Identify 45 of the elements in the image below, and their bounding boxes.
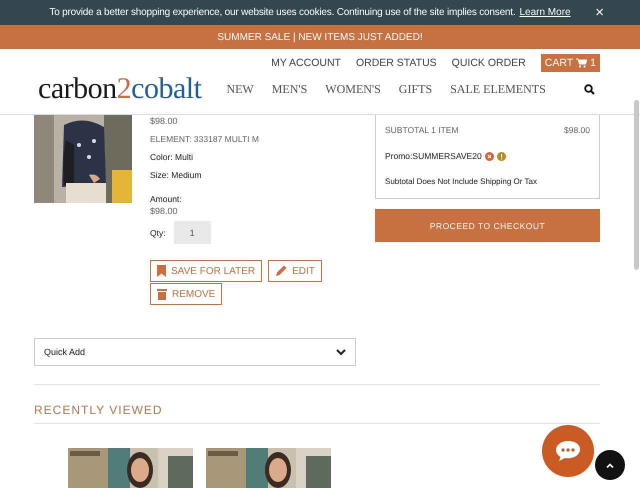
edit-button[interactable]: EDIT xyxy=(268,260,322,282)
cookie-message: To provide a better shopping experience, our website uses cookies. Continuing use of the site implies consent. xyxy=(49,7,516,18)
chevron-down-icon xyxy=(336,348,346,356)
caret-up-icon xyxy=(606,462,614,468)
logo[interactable]: carbon2cobalt xyxy=(38,74,202,104)
bookmark-icon xyxy=(157,265,166,277)
chat-button[interactable] xyxy=(542,425,594,477)
amount-value: $98.00 xyxy=(150,205,179,217)
info-icon[interactable] xyxy=(496,152,506,160)
item-price: $98.00 xyxy=(150,115,179,127)
remove-icon[interactable] xyxy=(484,152,494,160)
element-code: ELEMENT: 333187 MULTI M xyxy=(150,133,260,145)
cart-button[interactable]: CART 1 xyxy=(540,54,600,72)
remove-button[interactable]: REMOVE xyxy=(150,283,222,305)
promo-code: Promo:SUMMERSAVE20 xyxy=(385,150,482,162)
shipping-note: Subtotal Does Not Include Shipping Or Tax xyxy=(385,176,538,188)
learn-more-link[interactable]: Learn More xyxy=(519,7,571,18)
utility-link[interactable]: MY ACCOUNT xyxy=(271,57,341,69)
nav-link[interactable]: NEW xyxy=(226,82,254,96)
nav-link[interactable]: GIFTS xyxy=(398,82,432,96)
amount-label: Amount: xyxy=(150,193,183,205)
nav-link[interactable]: SALE ELEMENTS xyxy=(450,82,546,96)
qty-field[interactable]: 1 xyxy=(174,221,211,244)
save-for-later-button[interactable]: SAVE FOR LATER xyxy=(150,260,262,282)
qty-label: Qty: xyxy=(150,226,166,238)
scrollbar[interactable] xyxy=(634,100,639,270)
utility-link[interactable]: QUICK ORDER xyxy=(452,57,526,69)
search-icon[interactable] xyxy=(584,84,595,94)
quick-add-select[interactable]: Quick Add xyxy=(34,338,356,366)
back-to-top-button[interactable] xyxy=(595,450,625,480)
subtotal-value: $98.00 xyxy=(564,124,590,136)
chat-bubble-icon xyxy=(555,440,581,462)
trash-icon xyxy=(157,288,167,300)
nav-link[interactable]: WOMEN'S xyxy=(325,82,381,96)
color-label: Color: Multi xyxy=(150,151,194,163)
nav-link[interactable]: MEN'S xyxy=(272,82,308,96)
utility-link[interactable]: ORDER STATUS xyxy=(356,57,437,69)
cart-icon xyxy=(576,58,588,68)
size-label: Size: Medium xyxy=(150,169,202,181)
pencil-icon xyxy=(275,265,288,277)
close-button[interactable]: × xyxy=(595,5,604,20)
checkout-button[interactable]: PROCEED TO CHECKOUT xyxy=(375,209,600,242)
section-title: RECENTLY VIEWED xyxy=(34,403,164,417)
subtotal-label: SUBTOTAL 1 ITEM xyxy=(385,124,459,136)
promo-banner[interactable]: SUMMER SALE | NEW ITEMS JUST ADDED! xyxy=(0,25,640,49)
